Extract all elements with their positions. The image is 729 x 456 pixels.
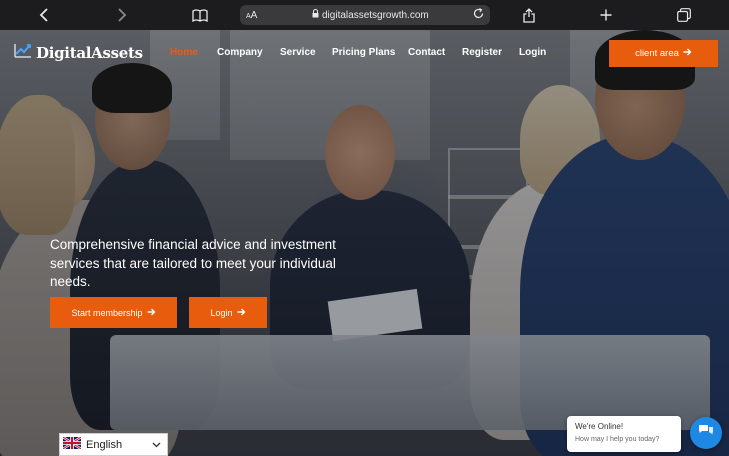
- chart-logo-icon: [14, 42, 32, 63]
- back-arrow-icon[interactable]: [31, 0, 57, 30]
- nav-pricing-plans[interactable]: Pricing Plans: [332, 47, 395, 58]
- chevron-down-icon: [152, 440, 161, 450]
- text-size-button[interactable]: AA: [246, 10, 257, 21]
- language-label: English: [86, 438, 123, 451]
- nav-login[interactable]: Login: [519, 47, 546, 58]
- nav-service[interactable]: Service: [280, 47, 316, 58]
- nav-register[interactable]: Register: [462, 47, 502, 58]
- language-selector[interactable]: English: [59, 433, 168, 456]
- browser-toolbar: AA digitalassetsgrowth.com: [0, 0, 729, 30]
- arrow-right-icon: [683, 48, 692, 59]
- client-area-label: client area: [635, 48, 679, 59]
- nav-contact[interactable]: Contact: [408, 47, 445, 58]
- arrow-right-icon: [237, 308, 246, 318]
- client-area-button[interactable]: client area: [609, 40, 718, 67]
- reload-icon[interactable]: [473, 8, 484, 22]
- chat-title: We're Online!: [575, 422, 624, 431]
- new-tab-icon[interactable]: [593, 0, 619, 30]
- site-logo[interactable]: DigitalAssets: [14, 42, 143, 63]
- hero-login-label: Login: [210, 307, 233, 318]
- chat-subtitle: How may I help you today?: [575, 436, 660, 443]
- nav-home[interactable]: Home: [170, 47, 198, 58]
- share-icon[interactable]: [516, 0, 542, 30]
- chat-prompt-card[interactable]: We're Online! How may I help you today?: [567, 416, 681, 452]
- page: AA digitalassetsgrowth.com DigitalAssets…: [0, 0, 729, 456]
- chat-bubbles-icon: [698, 424, 714, 443]
- logo-text: DigitalAssets: [36, 43, 143, 62]
- chat-launcher-button[interactable]: [690, 417, 722, 449]
- lock-icon: [312, 9, 319, 21]
- book-icon[interactable]: [187, 0, 213, 30]
- uk-flag-icon: [62, 435, 82, 454]
- address-bar[interactable]: AA digitalassetsgrowth.com: [240, 5, 490, 25]
- start-membership-label: Start membership: [71, 307, 143, 318]
- tabs-icon[interactable]: [671, 0, 697, 30]
- hero-headline: Comprehensive financial advice and inves…: [50, 237, 336, 289]
- forward-arrow-icon[interactable]: [109, 0, 135, 30]
- start-membership-button[interactable]: Start membership: [50, 297, 177, 328]
- hero-login-button[interactable]: Login: [189, 297, 267, 328]
- arrow-right-icon: [147, 308, 156, 318]
- nav-company[interactable]: Company: [217, 47, 263, 58]
- url-text: digitalassetsgrowth.com: [322, 9, 429, 21]
